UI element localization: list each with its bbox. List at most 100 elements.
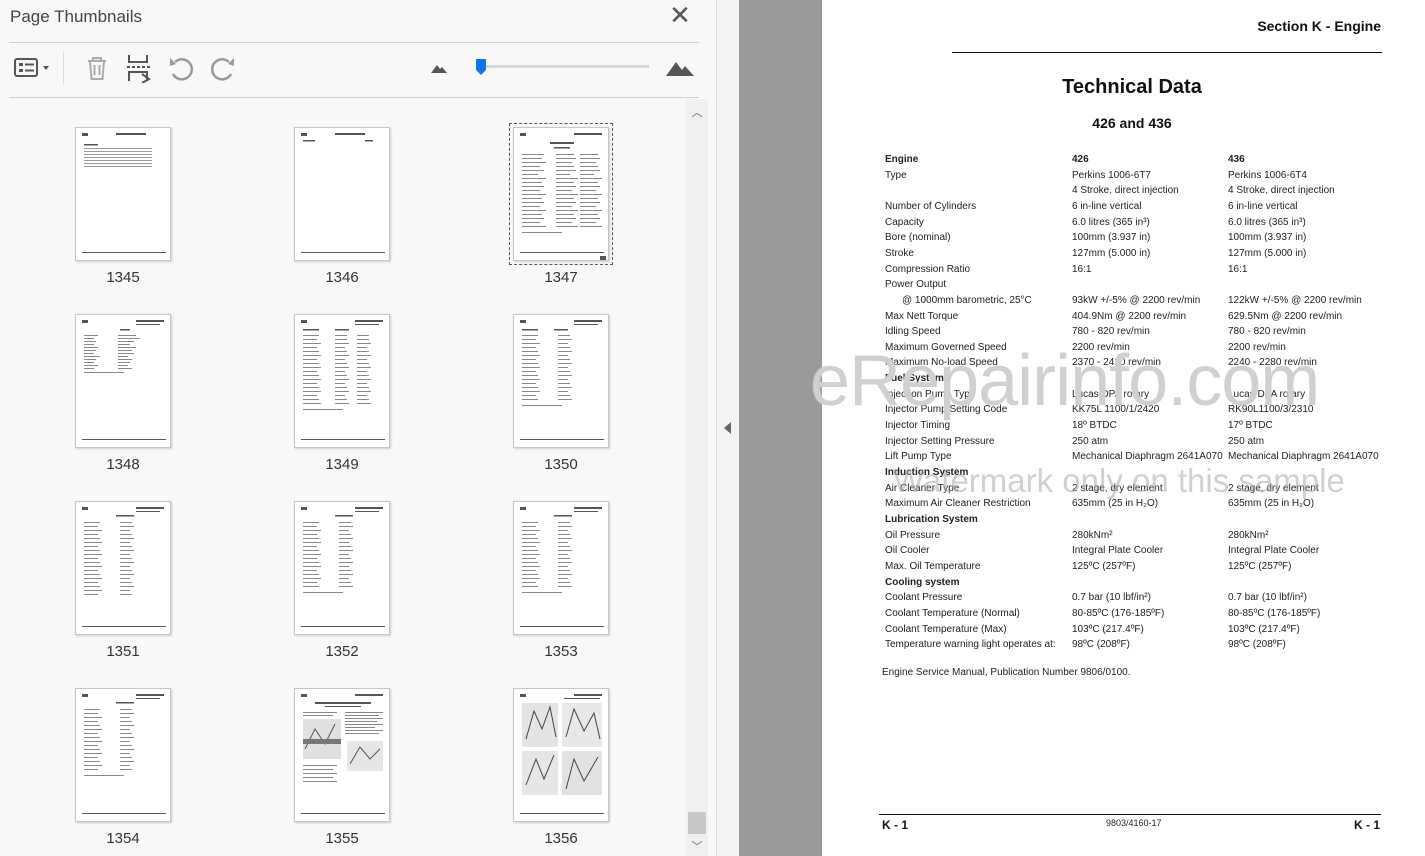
spec-value-436: Mechanical Diaphragm 2641A070	[1228, 451, 1379, 463]
delete-page-button[interactable]	[82, 52, 112, 84]
large-mountain-icon	[666, 62, 694, 76]
spec-label: @ 1000mm barometric, 25°C	[902, 294, 1032, 306]
thumbnail-grid: 1345 1346 1347 1348 1349 1350 1351 1352 …	[0, 99, 686, 856]
divider	[9, 97, 699, 98]
spec-value-436: 0.7 bar (10 lbf/in²)	[1228, 592, 1307, 604]
watermark-text: Watermark only on this sample	[893, 462, 1345, 499]
document-page: Section K - Engine Technical Data 426 an…	[822, 0, 1425, 856]
footer-publication: 9803/4160-17	[1106, 818, 1162, 828]
zoom-slider-handle[interactable]	[475, 58, 487, 76]
thumbnail-options-icon	[14, 58, 49, 77]
page-number: 1348	[106, 456, 140, 473]
collapse-panel-arrow[interactable]	[722, 420, 734, 436]
rotate-counterclockwise-icon	[170, 58, 194, 81]
triangle-left-icon	[724, 422, 731, 434]
zoom-slider[interactable]	[476, 65, 649, 68]
page-number: 1353	[544, 643, 578, 660]
page-number: 1355	[325, 830, 359, 847]
footer-page-right: K - 1	[1354, 818, 1381, 832]
panel-splitter[interactable]	[716, 0, 739, 856]
zoom-in-button[interactable]	[664, 52, 696, 84]
spec-value-436: Perkins 1006-6T4	[1228, 169, 1307, 181]
spec-value-426: 6 in-line vertical	[1072, 200, 1142, 212]
thumbnail-scrollbar[interactable]: ︿ ﹀	[686, 99, 708, 856]
watermark-logo: eRepairinfo.com	[810, 341, 1320, 421]
page-thumbnail-selected[interactable]: 1347	[491, 99, 613, 286]
spec-label: Compression Ratio	[885, 263, 971, 275]
page-preview	[75, 127, 171, 261]
page-preview	[513, 688, 609, 822]
spec-label: Type	[885, 169, 907, 181]
scrollbar-thumb[interactable]	[688, 812, 706, 834]
spec-value-426: 404.9Nm @ 2200 rev/min	[1072, 310, 1187, 322]
section-header: Section K - Engine	[1257, 18, 1381, 34]
spec-value-436: 6.0 litres (365 in³)	[1228, 216, 1306, 228]
page-title: Technical Data	[1062, 76, 1202, 98]
page-number: 1345	[106, 269, 140, 286]
spec-value-426: 93kW +/-5% @ 2200 rev/min	[1072, 294, 1201, 306]
scroll-up-arrow[interactable]: ︿	[686, 105, 708, 121]
page-preview	[509, 123, 613, 265]
spec-value-436: Integral Plate Cooler	[1228, 545, 1320, 557]
rotate-left-button[interactable]	[166, 52, 196, 84]
thumbnail-options-button[interactable]	[10, 52, 54, 84]
page-preview	[75, 688, 171, 822]
spec-label: Max Nett Torque	[885, 310, 959, 322]
page-thumbnail[interactable]: 1346	[272, 99, 392, 286]
divider	[9, 42, 699, 43]
spec-value-436: 6 in-line vertical	[1228, 200, 1298, 212]
page-thumbnail[interactable]: 1351	[53, 473, 173, 660]
close-panel-button[interactable]: ✕	[667, 2, 693, 28]
page-thumbnail[interactable]: 1345	[53, 99, 173, 286]
spec-value-426: 250 atm	[1072, 435, 1109, 447]
scroll-down-arrow[interactable]: ﹀	[686, 839, 708, 855]
header-rule	[952, 52, 1382, 53]
spec-label: Bore (nominal)	[885, 232, 951, 244]
spec-value-426: 98ºC (208ºF)	[1072, 639, 1130, 651]
page-number: 1354	[106, 830, 140, 847]
spec-value-426: Integral Plate Cooler	[1072, 545, 1164, 557]
page-thumbnail[interactable]: 1348	[53, 286, 173, 473]
rotate-right-button[interactable]	[208, 52, 238, 84]
page-number: 1350	[544, 456, 578, 473]
spec-label: Oil Pressure	[885, 529, 941, 541]
spec-value-426: 16:1	[1072, 263, 1092, 275]
page-thumbnail[interactable]: 1355	[272, 660, 392, 847]
spec-label: Engine	[885, 154, 919, 165]
rotate-clockwise-icon	[210, 58, 234, 81]
page-preview	[294, 688, 390, 822]
spec-label: Idling Speed	[885, 326, 941, 338]
spec-value-426: 0.7 bar (10 lbf/in²)	[1072, 592, 1151, 604]
zoom-out-button[interactable]	[428, 52, 450, 84]
spec-label: Number of Cylinders	[885, 200, 977, 212]
page-thumbnail[interactable]: 1350	[491, 286, 611, 473]
spec-label: Lift Pump Type	[885, 451, 952, 463]
spec-value-426: 780 - 820 rev/min	[1072, 326, 1150, 338]
spec-value-436: 127mm (5.000 in)	[1228, 247, 1307, 259]
spec-label: Injector Setting Pressure	[885, 435, 995, 447]
spec-value-426: 125ºC (257ºF)	[1072, 560, 1136, 572]
page-thumbnail[interactable]: 1349	[272, 286, 392, 473]
page-number: 1349	[325, 456, 359, 473]
page-thumbnail[interactable]: 1352	[272, 473, 392, 660]
spec-value-436: 100mm (3.937 in)	[1228, 232, 1307, 244]
spec-value-426: 100mm (3.937 in)	[1072, 232, 1151, 244]
spec-value-426: Perkins 1006-6T7	[1072, 169, 1151, 181]
spec-value-426: Mechanical Diaphragm 2641A070	[1072, 451, 1223, 463]
page-thumbnail[interactable]: 1353	[491, 473, 611, 660]
spec-value-426: 103ºC (217.4ºF)	[1072, 623, 1144, 635]
spec-value-426: 4 Stroke, direct injection	[1072, 185, 1179, 197]
spec-label: Coolant Temperature (Normal)	[885, 607, 1020, 619]
page-thumbnail[interactable]: 1356	[491, 660, 611, 847]
thumbnails-panel: Page Thumbnails ✕ 1345 1346 1347 1348 13…	[0, 0, 716, 856]
insert-page-button[interactable]	[124, 52, 154, 84]
page-thumbnail[interactable]: 1354	[53, 660, 173, 847]
spec-value-436: 436	[1228, 154, 1245, 165]
spec-value-436: 16:1	[1228, 263, 1248, 275]
spec-label: Oil Cooler	[885, 545, 930, 557]
page-preview	[294, 127, 390, 261]
spec-label: Stroke	[885, 247, 914, 259]
spec-value-436: 103ºC (217.4ºF)	[1228, 623, 1300, 635]
spec-value-436: 780 - 820 rev/min	[1228, 326, 1306, 338]
spec-value-436: 250 atm	[1228, 435, 1265, 447]
